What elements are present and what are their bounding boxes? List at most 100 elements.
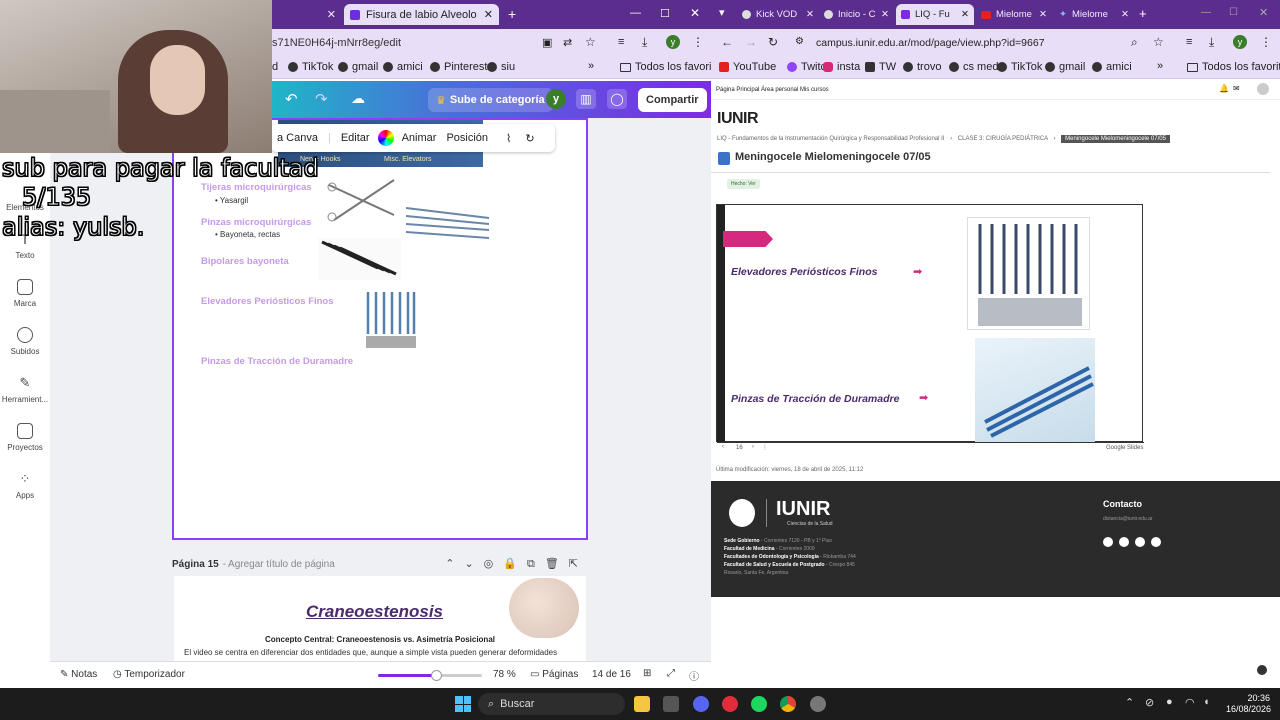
toolbar-item[interactable]: a Canva	[277, 132, 318, 144]
discord-icon[interactable]	[693, 696, 709, 712]
site-info-icon[interactable]: ⚙	[795, 36, 804, 47]
notification-icon[interactable]: 🔔	[1219, 84, 1229, 93]
playlist-icon[interactable]: ≡	[1186, 36, 1192, 48]
bookmark-insta[interactable]: insta	[823, 61, 860, 73]
menu-icon[interactable]: ⋮	[692, 35, 704, 49]
tab-list-icon[interactable]: ▾	[719, 6, 725, 19]
paint-format-icon[interactable]: ⌇	[506, 132, 511, 145]
share-button[interactable]: Compartir	[638, 88, 707, 112]
youtube-icon[interactable]	[1151, 537, 1161, 547]
all-bookmarks[interactable]: Todos los favoritos	[1187, 61, 1280, 73]
taskbar-search[interactable]: ⌕ Buscar	[478, 693, 625, 715]
facebook-icon[interactable]	[1103, 537, 1113, 547]
cloud-save-icon[interactable]: ☁	[351, 90, 365, 107]
next-slide-icon[interactable]: ›	[752, 444, 754, 450]
sidebar-item-uploads[interactable]: Subidos	[0, 327, 50, 356]
bookmark-pinterest[interactable]: Pinterest	[430, 61, 487, 73]
comment-icon[interactable]: ◯	[607, 89, 627, 109]
star-icon[interactable]: ☆	[1153, 35, 1164, 49]
bookmark-amici[interactable]: amici	[383, 61, 423, 73]
reload-icon[interactable]: ↻	[768, 35, 778, 49]
campus-logo[interactable]: IUNIR	[717, 110, 759, 128]
google-slides-embed[interactable]: Elevadores Periósticos Finos ➡ Pinzas de…	[716, 204, 1144, 443]
fullscreen-icon[interactable]: ⤢	[667, 668, 675, 679]
windows-start-icon[interactable]	[455, 696, 471, 712]
download-icon[interactable]: ⤓	[642, 35, 647, 50]
bookmark-tiktok[interactable]: TikTok	[997, 61, 1042, 73]
more-bookmarks-icon[interactable]: »	[588, 60, 594, 72]
close-window-icon[interactable]: ✕	[1259, 6, 1268, 19]
bookmark-tw[interactable]: TW	[865, 61, 896, 73]
translate-icon[interactable]: ⇄	[563, 36, 572, 49]
maximize-icon[interactable]: ☐	[660, 7, 670, 20]
star-icon[interactable]: ☆	[585, 35, 596, 49]
timer-button[interactable]: ◷ Temporizador	[113, 669, 185, 680]
wifi-icon[interactable]: ◠	[1185, 696, 1195, 709]
bookmark-tiktok[interactable]: TikTok	[288, 61, 333, 73]
user-avatar[interactable]: y	[546, 89, 566, 109]
sidebar-item-apps[interactable]: ⁘ Apps	[0, 471, 50, 500]
user-menu-avatar[interactable]	[1257, 83, 1269, 95]
bookmark-siu[interactable]: siu	[487, 61, 515, 73]
close-icon[interactable]: ✕	[484, 8, 493, 21]
minimize-icon[interactable]: —	[630, 7, 641, 19]
minimize-icon[interactable]: —	[1201, 7, 1211, 18]
volume-icon[interactable]: ◖	[1203, 696, 1210, 708]
breadcrumb-section[interactable]: CLASE 3: CIRUGÍA PEDIÁTRICA	[958, 136, 1048, 142]
bookmark-youtube[interactable]: YouTube	[719, 61, 776, 73]
page-title-input[interactable]: Agregar título de página	[228, 559, 335, 570]
breadcrumb-course[interactable]: LIQ - Fundamentos de la Instrumentación …	[717, 136, 944, 142]
profile-avatar[interactable]: y	[1233, 35, 1247, 49]
microphone-icon[interactable]: ●	[1166, 696, 1173, 708]
undo-icon[interactable]: ↶	[285, 90, 298, 108]
bookmark-item[interactable]: d	[272, 61, 278, 73]
network-off-icon[interactable]: ⊘	[1145, 696, 1154, 709]
url-field[interactable]: campus.iunir.edu.ar/mod/page/view.php?id…	[816, 37, 1045, 49]
design-page-15[interactable]: Craneoestenosis Concepto Central: Craneo…	[174, 576, 586, 661]
notes-button[interactable]: ✎ Notas	[60, 669, 97, 680]
store-icon[interactable]	[663, 696, 679, 712]
close-icon[interactable]: ✕	[327, 8, 336, 21]
tray-chevron-icon[interactable]: ⌃	[1125, 696, 1134, 709]
back-icon[interactable]: ←	[721, 35, 733, 49]
bookmark-csmed[interactable]: cs med	[949, 61, 998, 73]
tab-canva-document[interactable]: Fisura de labio Alveolo Palatina ✕	[344, 4, 499, 25]
help-icon[interactable]: ⓘ	[689, 668, 699, 683]
nav-my-courses[interactable]: Mis cursos	[800, 87, 829, 93]
clock[interactable]: 20:36 16/08/2026	[1226, 693, 1271, 715]
tab-mielome-2[interactable]: ✦ Mielome ✕	[1054, 4, 1134, 25]
install-icon[interactable]: ▣	[542, 36, 552, 49]
close-window-icon[interactable]: ✕	[690, 6, 700, 20]
zoom-level[interactable]: 78 %	[493, 669, 516, 680]
zoom-slider[interactable]	[378, 670, 482, 681]
menu-icon[interactable]: ⋮	[1260, 35, 1272, 49]
file-explorer-icon[interactable]	[634, 696, 650, 712]
zoom-search-icon[interactable]: ⌕	[1131, 35, 1138, 50]
nav-home[interactable]: Página Principal	[716, 87, 759, 93]
playlist-icon[interactable]: ≡	[618, 36, 624, 48]
bookmark-trovo[interactable]: trovo	[903, 61, 941, 73]
tab-mielome-1[interactable]: Mielome ✕	[976, 4, 1052, 25]
sidebar-item-brand[interactable]: Marca	[0, 279, 50, 308]
animate-button[interactable]: Animar	[402, 132, 437, 144]
pages-button[interactable]: ▭ Páginas	[530, 669, 578, 680]
nav-dashboard[interactable]: Área personal	[761, 87, 798, 93]
analytics-icon[interactable]: ▥	[576, 89, 596, 109]
tab-kick[interactable]: Kick VOD ✕	[737, 4, 819, 25]
bookmark-gmail[interactable]: gmail	[1045, 61, 1085, 73]
chrome-icon[interactable]	[780, 696, 796, 712]
twitter-icon[interactable]	[1135, 537, 1145, 547]
page-actions[interactable]: ⌃⌄◎🔒⧉🗑⇱	[445, 557, 588, 571]
more-options-icon[interactable]: ⋮	[762, 444, 768, 451]
more-bookmarks-icon[interactable]: »	[1157, 60, 1163, 72]
forward-icon[interactable]: →	[745, 35, 757, 49]
url-field[interactable]: s71NE0H64j-mNrr8eg/edit	[272, 37, 401, 49]
contact-email[interactable]: distancia@iunir.edu.ar	[1103, 516, 1153, 522]
download-icon[interactable]: ⤓	[1209, 35, 1214, 50]
maximize-icon[interactable]: ☐	[1229, 7, 1238, 18]
all-bookmarks[interactable]: Todos los favoritos	[620, 61, 711, 73]
help-bubble-icon[interactable]	[1257, 665, 1267, 675]
message-icon[interactable]: ✉	[1233, 84, 1240, 93]
spotify-icon[interactable]	[751, 696, 767, 712]
sidebar-item-tools[interactable]: ✎ Herramient...	[0, 375, 50, 404]
